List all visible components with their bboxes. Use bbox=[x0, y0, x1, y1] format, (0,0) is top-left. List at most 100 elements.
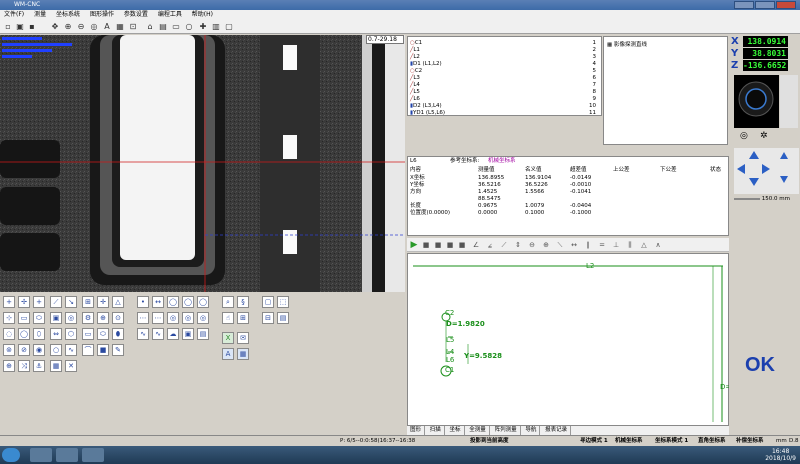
angle-icon[interactable]: ∠ bbox=[471, 240, 481, 250]
scan-icon[interactable]: ⊹ bbox=[3, 312, 15, 324]
segment-icon[interactable]: ↔ bbox=[152, 296, 164, 308]
list-item[interactable]: ╱L4 7 bbox=[410, 82, 600, 88]
lock-icon[interactable]: ⊡ bbox=[128, 22, 138, 32]
equal-icon[interactable]: = bbox=[597, 240, 607, 250]
target-icon[interactable]: ◎ bbox=[89, 22, 99, 32]
rect-scan-icon[interactable]: ▭ bbox=[18, 312, 30, 324]
vert-bar-icon[interactable]: ⫼ bbox=[625, 240, 635, 250]
list-item[interactable]: ▮D1 (L1,L2) 4 bbox=[410, 61, 600, 67]
save-icon[interactable]: ▪ bbox=[27, 22, 37, 32]
circle-fit-icon[interactable]: ◉ bbox=[33, 344, 45, 356]
list-item[interactable]: ▮YD1 (L5,L6) 11 bbox=[410, 110, 600, 115]
triangle-tool-icon[interactable]: △ bbox=[112, 296, 124, 308]
pause-icon[interactable]: ■ bbox=[445, 240, 455, 250]
light-buttons[interactable]: ◎ ✲ bbox=[734, 128, 779, 146]
menu-measure[interactable]: 测量 bbox=[30, 10, 50, 20]
dot-icon[interactable]: • bbox=[137, 296, 149, 308]
maximize-button[interactable] bbox=[755, 1, 775, 9]
move-left-button[interactable] bbox=[737, 164, 745, 174]
wave-icon[interactable]: ∿ bbox=[137, 328, 149, 340]
angle-between-icon[interactable]: ∧ bbox=[653, 240, 663, 250]
circle-fit3-icon[interactable]: ◎ bbox=[182, 312, 194, 324]
point-icon[interactable]: + bbox=[3, 296, 15, 308]
point-cross-icon[interactable]: ✢ bbox=[18, 296, 30, 308]
list-item[interactable]: ╱L5 8 bbox=[410, 89, 600, 95]
list-item[interactable]: ╱L3 6 bbox=[410, 75, 600, 81]
dashed-frame-icon[interactable]: ⬚ bbox=[277, 296, 289, 308]
circle-select3-icon[interactable]: ◯ bbox=[197, 296, 209, 308]
contour-icon[interactable]: ⊚ bbox=[3, 344, 15, 356]
camera-view[interactable] bbox=[0, 35, 405, 292]
z-down-button[interactable] bbox=[780, 176, 788, 183]
step-icon[interactable]: ■ bbox=[457, 240, 467, 250]
window-icon[interactable]: ▢ bbox=[224, 22, 234, 32]
s-curve-icon[interactable]: § bbox=[237, 296, 249, 308]
taskbar-app-cnc[interactable] bbox=[56, 448, 78, 462]
tab-full-measure[interactable]: 全测量 bbox=[466, 426, 490, 435]
joystick-view[interactable] bbox=[734, 75, 779, 128]
anchor-icon[interactable]: ⚓ bbox=[33, 360, 45, 372]
box-scan-icon[interactable]: ▣ bbox=[50, 312, 62, 324]
delete-icon[interactable]: ✕ bbox=[65, 360, 77, 372]
tab-graphic[interactable]: 图形 bbox=[407, 426, 426, 435]
line-angle-icon[interactable]: ⦤ bbox=[485, 240, 495, 250]
tab-coords[interactable]: 坐标 bbox=[447, 426, 465, 435]
circle-arc-icon[interactable]: ◌ bbox=[3, 328, 15, 340]
circle-center-icon[interactable]: ⊕ bbox=[541, 240, 551, 250]
mail-icon[interactable]: ✉ bbox=[237, 332, 249, 344]
dot-line-icon[interactable]: ⋯ bbox=[137, 312, 149, 324]
circle-select2-icon[interactable]: ◯ bbox=[182, 296, 194, 308]
start-button[interactable] bbox=[2, 448, 20, 462]
light-coax-icon[interactable]: ✲ bbox=[760, 131, 768, 141]
menu-graphics[interactable]: 图形操作 bbox=[86, 10, 118, 20]
ellipse-tool-icon[interactable]: ⬮ bbox=[112, 328, 124, 340]
list-item[interactable]: ╱L6 9 bbox=[410, 96, 600, 102]
graphic-view[interactable]: L2 C2 D=1.9820 L5 L4 L6 Y=9.5828 C1 D= bbox=[407, 253, 731, 426]
circle-empty-icon[interactable]: ○ bbox=[50, 344, 62, 356]
cloud-icon[interactable]: ☁ bbox=[167, 328, 179, 340]
line-tool-icon[interactable]: ⟋ bbox=[50, 296, 62, 308]
system-clock[interactable]: 16:48 2018/10/9 bbox=[765, 448, 796, 462]
menu-coordinate[interactable]: 坐标系统 bbox=[52, 10, 84, 20]
open-file-icon[interactable]: ▣ bbox=[15, 22, 25, 32]
slot-icon[interactable]: ⬭ bbox=[97, 328, 109, 340]
chart-icon[interactable]: ▦ bbox=[237, 348, 249, 360]
arc-icon[interactable]: ⌒ bbox=[82, 344, 94, 356]
measure-icon[interactable]: ⊞ bbox=[237, 312, 249, 324]
circle-fit4-icon[interactable]: ◎ bbox=[197, 312, 209, 324]
tab-scan[interactable]: 扫描 bbox=[427, 426, 445, 435]
diagonal-icon[interactable]: ⟍ bbox=[555, 240, 565, 250]
speed-slider[interactable]: 150.0 mm bbox=[734, 194, 799, 204]
zoom-select[interactable]: 0.7-29.18 bbox=[366, 35, 404, 44]
curve-icon[interactable]: ∿ bbox=[65, 344, 77, 356]
menu-file[interactable]: 文件(F) bbox=[0, 10, 28, 20]
report-icon[interactable]: ▤ bbox=[277, 312, 289, 324]
feature-list[interactable]: ○C1 1 ╱L1 2 ╱L2 3 ▮D1 (L1,L2) 4 ○C2 5 ╱L3 6 ╱L… bbox=[407, 36, 602, 116]
puzzle-icon[interactable]: ✚ bbox=[198, 22, 208, 32]
move-icon[interactable]: ✥ bbox=[50, 22, 60, 32]
text-edit-icon[interactable]: A bbox=[222, 348, 234, 360]
excel-icon[interactable]: X bbox=[222, 332, 234, 344]
list-item[interactable]: ╱L2 3 bbox=[410, 54, 600, 60]
edit-icon[interactable]: ✎ bbox=[112, 344, 124, 356]
fill-icon[interactable]: ■ bbox=[97, 344, 109, 356]
grid-icon[interactable]: ▦ bbox=[115, 22, 125, 32]
menu-help[interactable]: 帮助(H) bbox=[188, 10, 217, 20]
home-icon[interactable]: ⌂ bbox=[145, 22, 155, 32]
circle-scan-icon[interactable]: ◎ bbox=[65, 312, 77, 324]
horizontal-dist-icon[interactable]: ↔ bbox=[569, 240, 579, 250]
hand-icon[interactable]: ☝ bbox=[222, 312, 234, 324]
ring-icon[interactable]: ◯ bbox=[18, 328, 30, 340]
move-right-button[interactable] bbox=[762, 164, 770, 174]
play-icon[interactable]: ▶ bbox=[409, 240, 419, 250]
list-item[interactable]: ▮D2 (L3,L4) 10 bbox=[410, 103, 600, 109]
list-item[interactable]: ○C2 5 bbox=[410, 68, 600, 74]
tab-report[interactable]: 报表记录 bbox=[542, 426, 572, 435]
z-up-button[interactable] bbox=[780, 152, 788, 159]
zoom-out-icon[interactable]: ⊖ bbox=[76, 22, 86, 32]
parallel-icon[interactable]: ∥ bbox=[583, 240, 593, 250]
taskbar-app-browser[interactable] bbox=[82, 448, 104, 462]
rect-tool-icon[interactable]: ▭ bbox=[82, 328, 94, 340]
circle-dist-icon[interactable]: ⊖ bbox=[527, 240, 537, 250]
image-icon[interactable]: ▣ bbox=[182, 328, 194, 340]
